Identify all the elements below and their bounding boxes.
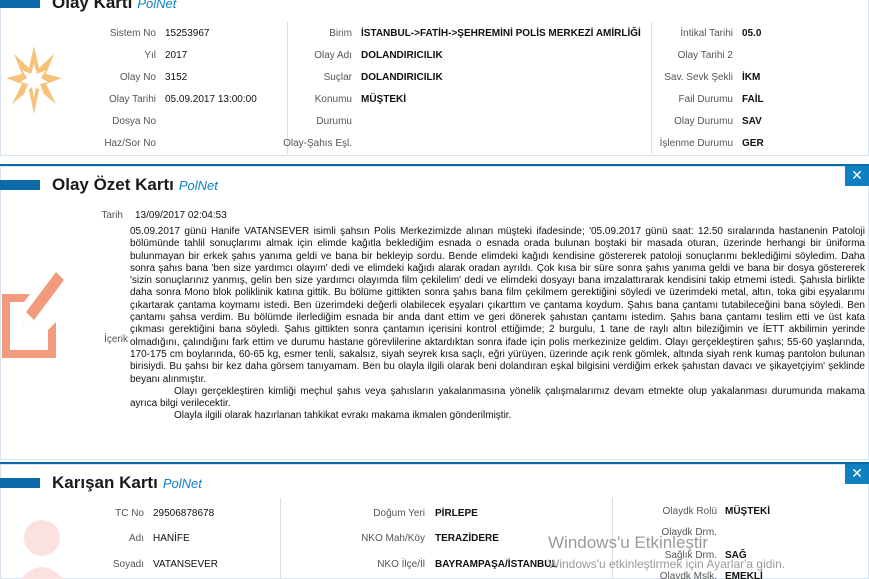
olaydk-mslk-label: Olaydk Mslk.	[659, 571, 717, 579]
fail-durumu-label: Fail Durumu	[678, 94, 733, 105]
islenme-durumu-label: İşlenme Durumu	[659, 138, 733, 149]
olay-tarihi-label: Olay Tarihi	[108, 94, 156, 105]
saglik-drm-label: Sağlık Drm.	[664, 550, 717, 561]
nko-ilce-il-value: BAYRAMPAŞA/İSTANBUL	[435, 559, 558, 570]
karisan-col-divider-2	[612, 498, 613, 579]
olay-durumu-value: SAV	[742, 116, 762, 127]
haz-sor-no-label: Haz/Sor No	[104, 138, 156, 149]
olay-tarihi-2-label: Olay Tarihi 2	[677, 50, 733, 61]
header-accent-bar	[0, 478, 40, 488]
icerik-label: İçerik	[104, 334, 128, 345]
header-accent-bar	[0, 0, 40, 8]
olay-durumu-label: Olay Durumu	[674, 116, 733, 127]
tarih-value: 13/09/2017 02:04:53	[135, 210, 227, 221]
olay-col-divider-2	[651, 22, 652, 154]
intikal-tarihi-label: İntikal Tarihi	[680, 28, 733, 39]
icerik-paragraph-3: Olayla ilgili olarak hazırlanan tahkikat…	[174, 410, 512, 422]
olay-ozet-karti-header: Olay Özet Kartı PolNet	[0, 172, 218, 198]
durumu-label: Durumu	[316, 116, 352, 127]
olay-karti-header: Olay Kartı PolNet	[0, 0, 176, 16]
icerik-paragraph-1: 05.09.2017 günü Hanife VATANSEVER isimli…	[130, 226, 865, 385]
star-burst-icon	[6, 46, 62, 114]
close-icon[interactable]: ✕	[845, 166, 869, 186]
fail-durumu-value: FAİL	[742, 94, 764, 105]
karisan-col-divider-1	[280, 498, 281, 579]
olay-ozet-karti-card: Olay Özet Kartı PolNet ✕ Tarih 13/09/201…	[0, 164, 869, 460]
header-accent-bar	[0, 180, 40, 190]
soyadi-value: VATANSEVER	[153, 559, 219, 570]
karisan-karti-title: Karışan Kartı	[52, 473, 158, 492]
sistem-no-value: 15253967	[165, 28, 210, 39]
karisan-karti-card: Karışan Kartı PolNet ✕ TC No 29506878678…	[0, 462, 869, 579]
olay-ozet-karti-title: Olay Özet Kartı	[52, 175, 174, 194]
adi-value: HANİFE	[153, 533, 190, 544]
olay-adi-value: DOLANDIRICILIK	[361, 50, 443, 61]
yil-label: Yıl	[144, 50, 156, 61]
person-icon	[20, 520, 64, 579]
birim-value: İSTANBUL->FATİH->ŞEHREMİNİ POLİS MERKEZİ…	[361, 28, 641, 39]
olay-sahis-esl-label: Olay-Şahıs Eşl.	[283, 138, 352, 149]
adi-label: Adı	[128, 533, 144, 544]
dosya-no-label: Dosya No	[112, 116, 156, 127]
dogum-yeri-label: Doğum Yeri	[373, 508, 425, 519]
tarih-label: Tarih	[101, 210, 123, 221]
polnet-brand: PolNet	[178, 177, 218, 193]
olay-no-label: Olay No	[119, 72, 156, 83]
olay-tarihi-value: 05.09.2017 13:00:00	[165, 94, 257, 105]
olay-adi-label: Olay Adı	[314, 50, 352, 61]
icerik-text: 05.09.2017 günü Hanife VATANSEVER isimli…	[130, 226, 865, 423]
icerik-paragraph-2: Olayı gerçekleştiren kimliği meçhul şahı…	[130, 385, 865, 410]
saglik-drm-value: SAĞ	[725, 550, 747, 561]
olay-karti-title: Olay Kartı	[52, 0, 133, 12]
polnet-brand: PolNet	[137, 0, 177, 11]
olay-no-value: 3152	[165, 72, 188, 83]
intikal-tarihi-value: 05.0	[742, 28, 762, 39]
tc-no-value: 29506878678	[153, 508, 215, 519]
tc-no-label: TC No	[115, 508, 144, 519]
olaydk-rolu-value: MÜŞTEKİ	[725, 506, 770, 517]
olay-karti-card: Olay Kartı PolNet Sistem No 15253967 Yıl…	[0, 0, 869, 156]
olaydk-mslk-value: EMEKLİ	[725, 571, 763, 579]
suclar-value: DOLANDIRICILIK	[361, 72, 443, 83]
sav-sevk-sekli-label: Sav. Sevk Şekli	[664, 72, 733, 83]
nko-ilce-il-label: NKO İlçe/İl	[377, 559, 425, 570]
konumu-value: MÜŞTEKİ	[361, 94, 406, 105]
soyadi-label: Soyadı	[112, 559, 144, 570]
olaydk-drm-label: Olaydk Drm.	[661, 527, 717, 538]
polnet-brand: PolNet	[162, 475, 202, 491]
yil-value: 2017	[165, 50, 188, 61]
suclar-label: Suçlar	[323, 72, 352, 83]
olay-col-divider-1	[287, 22, 288, 154]
dogum-yeri-value: PİRLEPE	[435, 508, 478, 519]
nko-mah-koy-label: NKO Mah/Köy	[361, 533, 425, 544]
islenme-durumu-value: GER	[742, 138, 764, 149]
birim-label: Birim	[329, 28, 352, 39]
sistem-no-label: Sistem No	[109, 28, 156, 39]
karisan-karti-header: Karışan Kartı PolNet	[0, 470, 202, 496]
nko-mah-koy-value: TERAZİDERE	[435, 533, 499, 544]
konumu-label: Konumu	[314, 94, 352, 105]
olaydk-rolu-label: Olaydk Rolü	[662, 506, 717, 517]
sav-sevk-sekli-value: İKM	[742, 72, 761, 83]
close-icon[interactable]: ✕	[845, 464, 869, 484]
edit-note-icon	[2, 272, 64, 358]
